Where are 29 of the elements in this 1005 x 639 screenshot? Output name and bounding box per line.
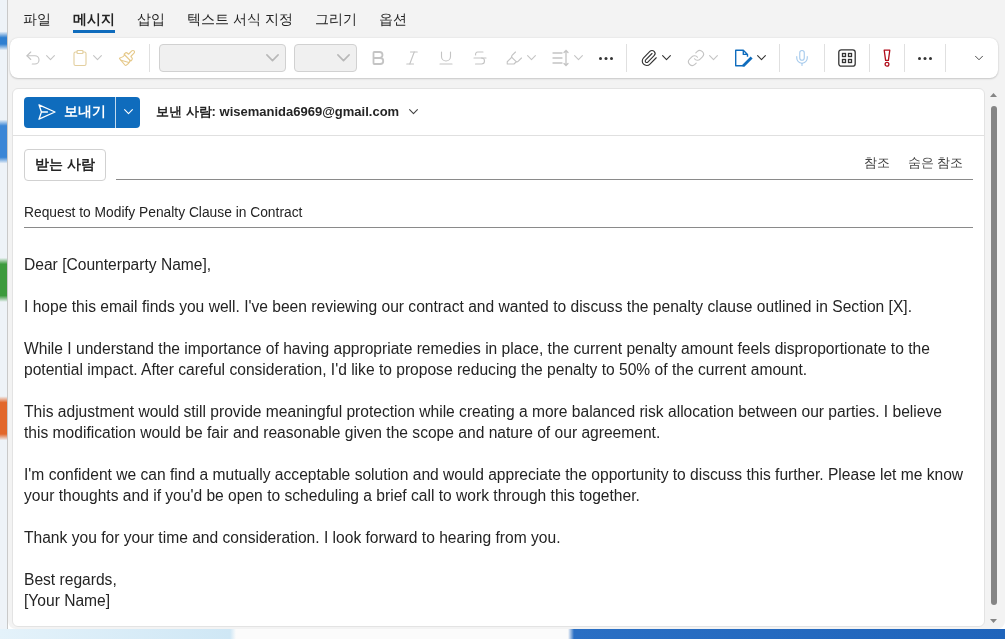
subject-field[interactable]: Request to Modify Penalty Clause in Contract [24, 197, 973, 228]
scroll-up-arrow-icon[interactable] [990, 93, 997, 97]
body-paragraph: Best regards, [Your Name] [24, 570, 118, 611]
send-button[interactable]: 보내기 [24, 96, 115, 128]
to-button[interactable]: 받는 사람 [24, 149, 106, 181]
ribbon-tab[interactable]: 파일 [23, 7, 51, 33]
ribbon-tab[interactable]: 메시지 [73, 7, 115, 33]
caret-icon [337, 54, 350, 62]
body-paragraph: While I understand the importance of having appropriate remedies in place, the current penalty amount feels disproportionate to the potential impact. After careful consideration, I'd like to propose reducing the penalty to 50% of the current amount. [24, 339, 931, 380]
ribbon-tab[interactable]: 텍스트 서식 지정 [187, 7, 293, 33]
ribbon-tab[interactable]: 삽입 [137, 7, 165, 33]
to-field[interactable]: 참조 숨은 참조 [116, 148, 973, 180]
body-paragraph: Thank you for your time and consideration. I look forward to hearing from you. [24, 528, 562, 548]
send-options-button[interactable] [115, 96, 140, 128]
scroll-down-arrow-icon[interactable] [990, 619, 997, 623]
body-paragraph: Dear [Counterparty Name], [24, 255, 213, 275]
bcc-link[interactable]: 숨은 참조 [907, 155, 963, 172]
ribbon-tab[interactable]: 그리기 [314, 7, 357, 33]
caret-icon [409, 109, 419, 115]
cc-link[interactable]: 참조 [863, 155, 890, 172]
body-paragraph: I'm confident we can find a mutually acceptable solution and would appreciate the opportunity to discuss this further. Please let me know your thoughts and if you'd be open to scheduling a brief call to work through this together. [24, 465, 965, 506]
body-paragraph: I hope this email finds you well. I've been reviewing our contract and wanted to discuss the penalty clause outlined in Section [X]. [24, 297, 913, 317]
ribbon-tab[interactable]: 옵션 [378, 7, 407, 33]
from-account-picker[interactable]: 보낸 사람: wisemanida6969@gmail.com [156, 103, 419, 121]
body-paragraph: This adjustment would still provide meaningful protection while creating a more balanced risk allocation between our parties. I believe this modification would be fair and reasonable given the scope and nature of our agreement. [24, 402, 943, 443]
caret-icon [123, 109, 133, 115]
scrollbar-thumb[interactable] [990, 106, 997, 605]
send-icon [38, 104, 56, 120]
caret-icon [266, 54, 279, 62]
